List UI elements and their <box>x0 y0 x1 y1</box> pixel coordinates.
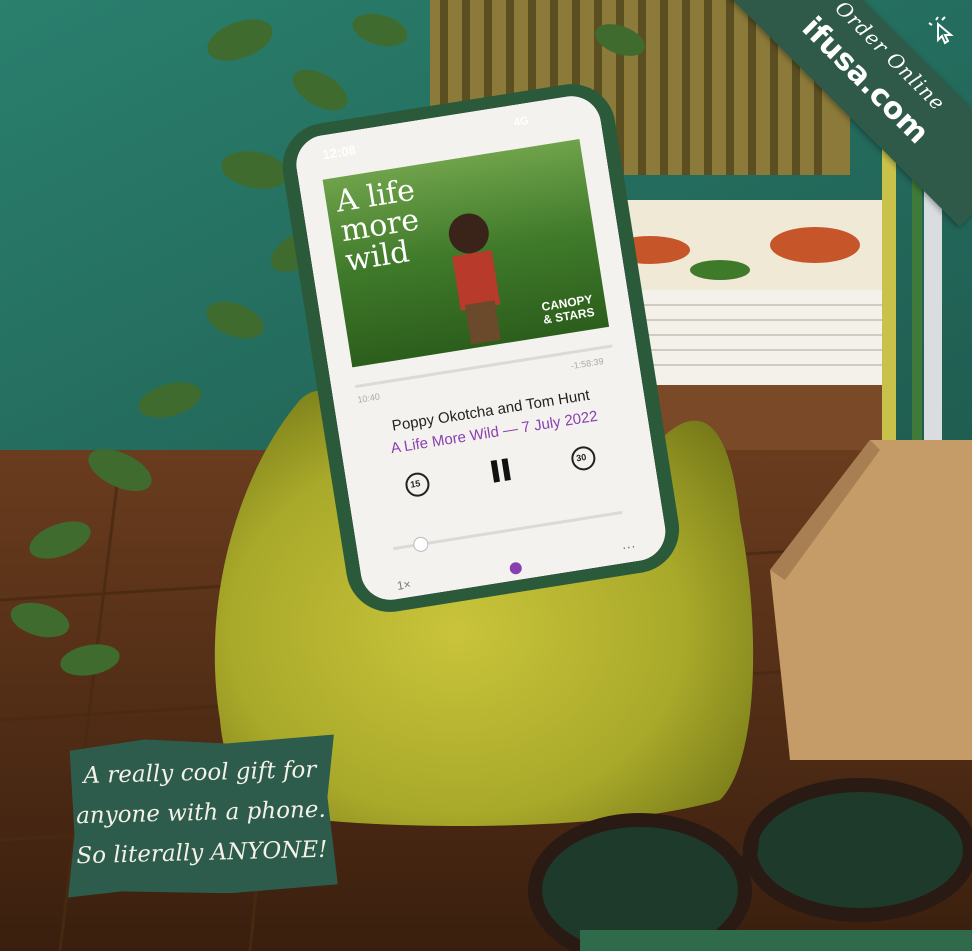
artwork-brand: CANOPY & STARS <box>540 292 596 327</box>
elapsed-time: 10:40 <box>356 391 381 405</box>
remaining-time: -1:58:39 <box>570 356 605 372</box>
product-photo: 12:08 4G A life more wild CANOPY & STARS… <box>0 0 972 951</box>
caption-banner: A really cool gift for anyone with a pho… <box>64 734 338 897</box>
artwork-title: A life more wild <box>333 172 422 279</box>
cursor-click-icon <box>928 16 954 45</box>
playback-speed-button[interactable]: 1× <box>396 577 412 593</box>
status-network: 4G <box>513 114 530 129</box>
caption-line-2: anyone with a phone. <box>75 796 327 830</box>
caption-line-3: So literally ANYONE! <box>76 836 328 870</box>
status-time: 12:08 <box>321 142 357 163</box>
more-button[interactable]: ··· <box>621 537 637 555</box>
skip-forward-label: 30 <box>575 451 587 464</box>
caption-line-1: A really cool gift for <box>83 756 317 790</box>
green-book <box>580 930 972 951</box>
skip-back-label: 15 <box>409 478 422 490</box>
